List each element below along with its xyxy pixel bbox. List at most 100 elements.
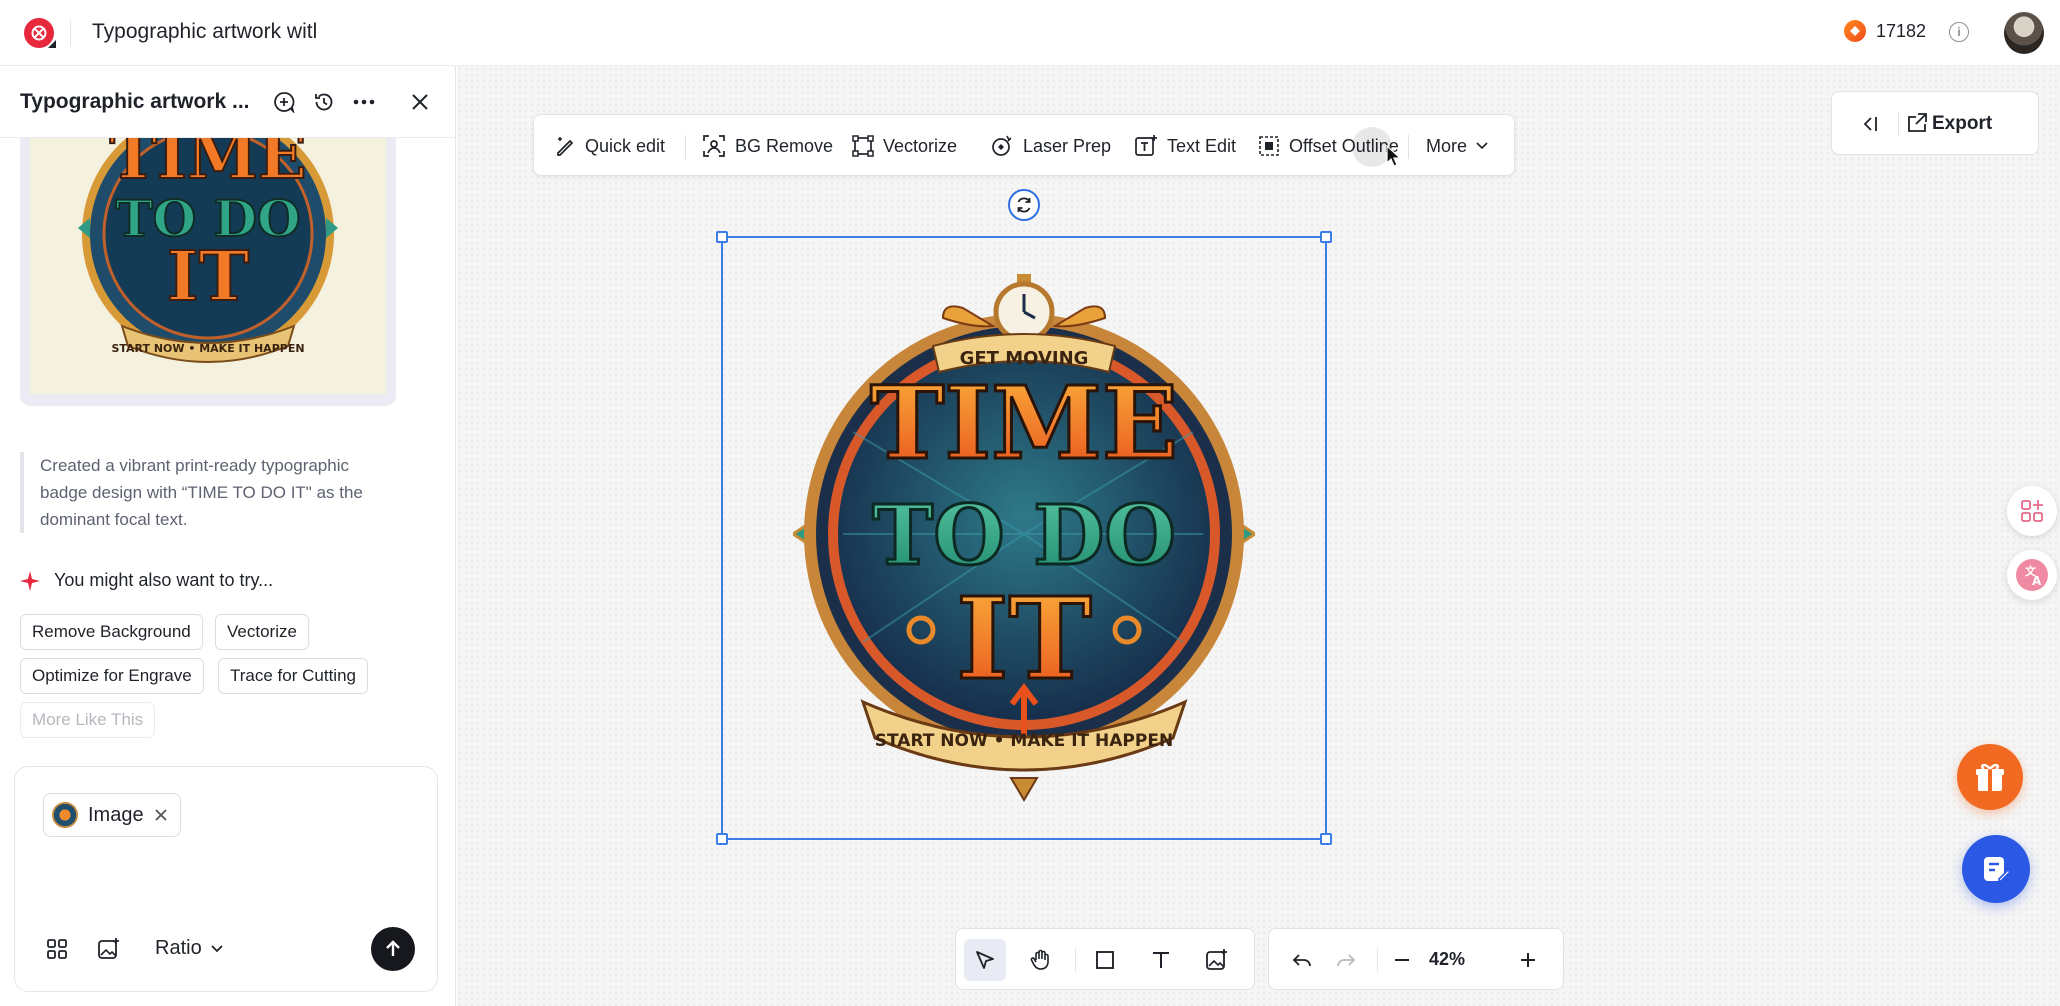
zoom-out-button[interactable] (1381, 939, 1423, 981)
apps-icon (2021, 500, 2043, 522)
resize-handle-bottom-right[interactable] (1320, 833, 1332, 845)
translate-fab[interactable]: 文A (2007, 550, 2057, 600)
info-icon[interactable]: i (1949, 22, 1969, 42)
gift-button[interactable] (1957, 744, 2023, 810)
left-wing (941, 305, 997, 328)
hand-icon (1030, 949, 1049, 970)
pointer-icon (976, 951, 994, 969)
divider (70, 20, 71, 46)
generated-image-thumbnail[interactable]: TIME TO DO IT START NOW • MAKE IT HAPPEN (20, 138, 396, 406)
export-icon (1908, 113, 1927, 132)
resize-handle-top-right[interactable] (1320, 231, 1332, 243)
suggestion-chip-vectorize[interactable]: Vectorize (215, 614, 309, 650)
headline-line1: TIME (870, 364, 1178, 482)
collapse-panel-icon[interactable] (1856, 110, 1884, 138)
chat-panel: Typographic artwork ... TIME TO DO IT ST… (0, 66, 456, 1006)
undo-button[interactable] (1281, 939, 1323, 981)
export-button[interactable]: Export (1902, 92, 2032, 156)
panel-title: Typographic artwork ... (20, 90, 250, 113)
suggestion-chip-more-like-this[interactable]: More Like This (20, 702, 156, 738)
credit-diamond-icon (1844, 20, 1866, 42)
chevron-down-icon (1476, 142, 1488, 150)
plus-icon (1521, 953, 1535, 967)
toolbar-text-edit-label: Text Edit (1167, 135, 1237, 156)
suggestion-heading-text: You might also want to try... (54, 570, 274, 590)
credits-value: 17182 (1876, 20, 1927, 41)
sparkle-icon (20, 570, 40, 591)
translate-icon: 文A (2016, 559, 2048, 591)
mouse-cursor-icon (1386, 145, 1402, 167)
toolbar-laser-prep-label: Laser Prep (1023, 135, 1112, 156)
toolbar-quick-edit[interactable]: Quick edit (554, 115, 665, 177)
attached-image-thumb (52, 802, 78, 828)
document-title[interactable]: Typographic artwork witl (92, 20, 326, 44)
app-logo[interactable] (24, 18, 54, 48)
toolbar-vectorize[interactable]: Vectorize (852, 115, 957, 177)
redo-icon (1337, 954, 1356, 967)
thumbnail-image: TIME TO DO IT START NOW • MAKE IT HAPPEN (30, 138, 386, 394)
grid-icon[interactable] (43, 935, 71, 963)
badge-artwork[interactable]: GET MOVING TIME TO DO IT START NOW • MAK… (793, 272, 1255, 802)
thumb-ribbon: START NOW • MAKE IT HAPPEN (111, 342, 304, 355)
prompt-composer[interactable]: Image Ratio (14, 766, 438, 992)
suggestion-chip-remove-background[interactable]: Remove Background (20, 614, 203, 650)
zoom-in-button[interactable] (1507, 939, 1549, 981)
headline-line2: TO DO (872, 488, 1176, 584)
rotate-icon (1017, 197, 1031, 213)
result-description: Created a vibrant print-ready typographi… (20, 452, 400, 533)
toolbar-text-edit[interactable]: Text Edit (1134, 115, 1236, 177)
rectangle-icon (1096, 951, 1114, 969)
divider (1377, 948, 1378, 972)
apps-fab[interactable] (2007, 486, 2057, 536)
rectangle-tool[interactable] (1084, 939, 1126, 981)
zoom-level[interactable]: 42% (1429, 949, 1465, 970)
chat-plus-icon[interactable] (270, 88, 298, 116)
toolbar-separator (1408, 135, 1409, 159)
quick-edit-icon (557, 137, 574, 156)
canvas-tools-toolbar (955, 928, 1255, 990)
select-tool[interactable] (964, 939, 1006, 981)
history-icon[interactable] (310, 88, 338, 116)
pan-tool[interactable] (1020, 939, 1062, 981)
feedback-chat-button[interactable] (1962, 835, 2030, 903)
remove-attachment-icon[interactable] (154, 808, 168, 822)
ratio-dropdown[interactable]: Ratio (155, 937, 224, 960)
credits-counter[interactable]: 17182 (1844, 20, 1926, 42)
history-zoom-toolbar: 42% (1268, 928, 1564, 990)
suggestion-chip-optimize-engrave[interactable]: Optimize for Engrave (20, 658, 204, 694)
redo-button[interactable] (1325, 939, 1367, 981)
undo-icon (1292, 954, 1311, 967)
editor-canvas[interactable]: Quick edit BG Remove Vectorize Laser Pre… (457, 66, 2060, 1006)
more-icon[interactable] (350, 88, 378, 116)
panel-header: Typographic artwork ... (0, 66, 456, 138)
edit-note-icon (1984, 857, 2011, 882)
add-image-icon[interactable] (95, 935, 123, 963)
chevron-down-icon (211, 944, 223, 952)
toolbar-bg-remove-label: BG Remove (735, 135, 834, 156)
bg-remove-icon (703, 135, 725, 157)
user-avatar[interactable] (2004, 12, 2044, 54)
gift-icon (1976, 763, 2004, 791)
toolbar-laser-prep[interactable]: Laser Prep (990, 115, 1111, 177)
text-edit-icon (1135, 135, 1157, 156)
resize-handle-top-left[interactable] (716, 231, 728, 243)
toolbar-offset-outline[interactable]: Offset Outline (1258, 115, 1399, 177)
attached-image-chip[interactable]: Image (43, 793, 181, 837)
toolbar-bg-remove[interactable]: BG Remove (702, 115, 833, 177)
thumb-line3: IT (167, 237, 249, 317)
rotate-handle[interactable] (1008, 189, 1040, 221)
offset-outline-icon (1259, 136, 1279, 156)
suggestion-chip-trace-cutting[interactable]: Trace for Cutting (218, 658, 368, 694)
top-bar: Typographic artwork witl 17182 i (0, 0, 2060, 66)
laser-icon (992, 135, 1012, 156)
add-image-tool[interactable] (1196, 939, 1238, 981)
resize-handle-bottom-left[interactable] (716, 833, 728, 845)
text-tool[interactable] (1140, 939, 1182, 981)
thumbnail-badge: TIME TO DO IT START NOW • MAKE IT HAPPEN (78, 138, 338, 363)
send-button[interactable] (371, 927, 415, 971)
toolbar-more-label: More (1426, 135, 1468, 156)
right-wing (1051, 305, 1107, 328)
close-icon[interactable] (406, 88, 434, 116)
toolbar-more-dropdown[interactable]: More (1426, 115, 1488, 177)
divider (1075, 948, 1076, 972)
